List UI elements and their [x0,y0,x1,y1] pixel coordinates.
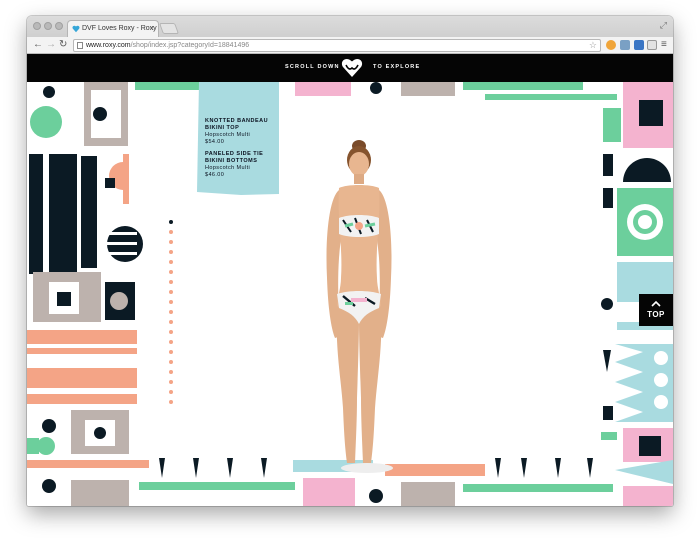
tab-strip: DVF Loves Roxy - Roxy × ⤢ [27,16,673,37]
forward-icon[interactable]: → [46,38,56,52]
browser-tab[interactable]: DVF Loves Roxy - Roxy × [67,20,159,37]
product-color: Hopscotch Multi [205,132,251,138]
roxy-heart-logo-icon[interactable] [341,57,363,79]
minimize-window-button[interactable] [44,22,52,30]
url-domain: www.roxy.com [86,42,131,49]
model-photo [326,140,393,473]
browser-toolbar: ← → ↻ www.roxy.com/shop/index.jsp?catego… [27,37,673,54]
page-icon [77,42,83,49]
url-path: /shop/index.jsp?categoryId=18841496 [130,42,250,49]
menu-icon[interactable]: ≡ [661,38,667,52]
product-name-line[interactable]: KNOTTED BANDEAU [205,118,277,125]
product-name-line[interactable]: PANELED SIDE TIE [205,151,277,158]
product-name-line[interactable]: BIKINI BOTTOMS [205,158,277,165]
product-info-panel: KNOTTED BANDEAU BIKINI TOP Hopscotch Mul… [205,118,277,179]
roxy-heart-favicon-icon [72,25,80,33]
new-tab-button[interactable] [158,23,180,34]
product-color: Hopscotch Multi [205,165,251,171]
back-to-top-button[interactable]: TOP [639,294,673,326]
tab-title: DVF Loves Roxy - Roxy [82,25,157,32]
zoom-window-button[interactable] [55,22,63,30]
product-price: $54.00 [205,139,225,145]
scroll-prompt-left: SCROLL DOWN [285,64,340,70]
close-window-button[interactable] [33,22,41,30]
scroll-prompt-right: TO EXPLORE [373,64,421,70]
browser-window: DVF Loves Roxy - Roxy × ⤢ ← → ↻ www.roxy… [27,16,673,506]
product-name-line[interactable]: BIKINI TOP [205,125,277,132]
extension-pdf-icon[interactable] [647,40,657,50]
site-header-bar: SCROLL DOWN TO EXPLORE [27,54,673,82]
page-viewport: SCROLL DOWN TO EXPLORE KNOTTED BANDEAU B… [27,54,673,506]
extension-user-icon[interactable] [634,40,644,50]
bookmark-star-icon[interactable]: ☆ [589,40,597,51]
extension-cookie-icon[interactable] [606,40,616,50]
chevron-up-icon [651,300,661,307]
back-icon[interactable]: ← [33,38,43,52]
reload-icon[interactable]: ↻ [59,38,67,52]
fullscreen-icon[interactable]: ⤢ [660,20,667,31]
top-button-label: TOP [647,310,665,319]
address-bar[interactable]: www.roxy.com/shop/index.jsp?categoryId=1… [73,39,601,52]
extension-shield-icon[interactable] [620,40,630,50]
tab-close-icon[interactable]: × [149,21,154,37]
product-price: $46.00 [205,172,225,178]
